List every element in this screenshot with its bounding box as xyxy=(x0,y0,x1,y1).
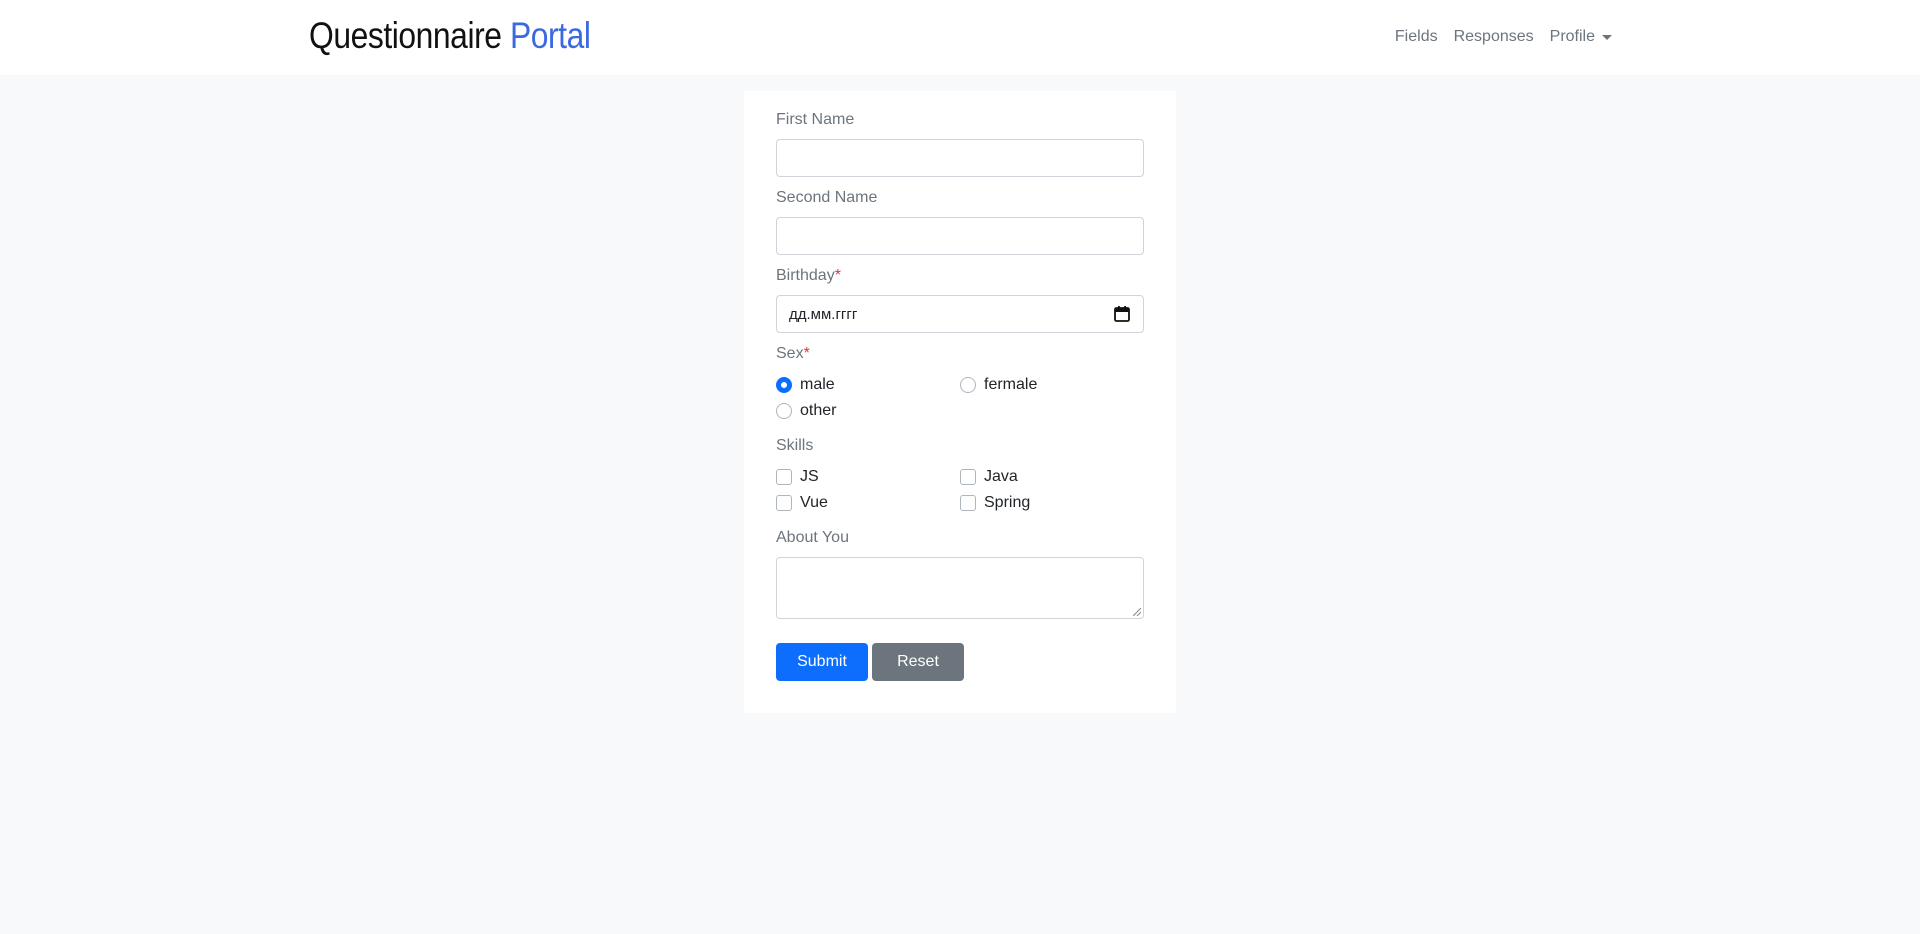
about-label: About You xyxy=(776,529,849,546)
about-textarea[interactable] xyxy=(776,557,1144,619)
skill-option-label: Spring xyxy=(984,494,1031,511)
skills-label: Skills xyxy=(776,437,814,454)
skill-option-spring[interactable]: Spring xyxy=(960,494,1030,512)
skill-option-label: Java xyxy=(984,468,1018,485)
required-mark: * xyxy=(803,345,810,362)
calendar-icon[interactable] xyxy=(1113,305,1131,323)
nav-profile-label: Profile xyxy=(1549,28,1595,45)
sex-option-fermale[interactable]: fermale xyxy=(960,376,1037,394)
birthday-label-text: Birthday xyxy=(776,267,835,284)
checkbox-js[interactable] xyxy=(776,469,792,485)
brand-title-accent: Portal xyxy=(509,15,591,56)
sex-option-other[interactable]: other xyxy=(776,402,836,420)
nav-menu: Fields Responses Profile xyxy=(1379,26,1612,48)
submit-button[interactable]: Submit xyxy=(776,643,868,681)
nav-link-responses[interactable]: Responses xyxy=(1454,26,1534,48)
sex-label: Sex* xyxy=(776,344,810,364)
checkbox-vue[interactable] xyxy=(776,495,792,511)
second-name-label: Second Name xyxy=(776,189,878,206)
skill-option-label: JS xyxy=(800,468,819,485)
sex-option-label: male xyxy=(800,376,835,393)
nav-link-fields[interactable]: Fields xyxy=(1395,26,1438,48)
radio-fermale[interactable] xyxy=(960,377,976,393)
required-mark: * xyxy=(834,267,841,284)
sex-option-male[interactable]: male xyxy=(776,376,835,394)
sex-option-label: other xyxy=(800,402,837,419)
first-name-label: First Name xyxy=(776,111,855,128)
brand-logo[interactable]: Questionnaire Portal xyxy=(309,12,591,60)
sex-option-label: fermale xyxy=(984,376,1038,393)
resize-grip-icon[interactable] xyxy=(1133,608,1141,616)
skill-option-label: Vue xyxy=(800,494,828,511)
skill-option-java[interactable]: Java xyxy=(960,468,1018,486)
birthday-label: Birthday* xyxy=(776,266,841,286)
reset-button[interactable]: Reset xyxy=(872,643,964,681)
second-name-input[interactable] xyxy=(776,217,1144,255)
navbar: Questionnaire Portal Fields Responses Pr… xyxy=(0,0,1920,75)
first-name-input[interactable] xyxy=(776,139,1144,177)
skill-option-js[interactable]: JS xyxy=(776,468,819,486)
questionnaire-form: First Name Second Name Birthday* дд.мм.г… xyxy=(744,91,1176,713)
nav-dropdown-profile[interactable]: Profile xyxy=(1550,26,1612,48)
skill-option-vue[interactable]: Vue xyxy=(776,494,828,512)
radio-other[interactable] xyxy=(776,403,792,419)
sex-label-text: Sex xyxy=(776,345,804,362)
caret-down-icon xyxy=(1602,34,1612,40)
birthday-date-input[interactable]: дд.мм.гггг xyxy=(776,295,1144,333)
birthday-placeholder: дд.мм.гггг xyxy=(789,305,858,323)
checkbox-java[interactable] xyxy=(960,469,976,485)
brand-title-main: Questionnaire xyxy=(309,15,502,56)
checkbox-spring[interactable] xyxy=(960,495,976,511)
radio-male[interactable] xyxy=(776,377,792,393)
